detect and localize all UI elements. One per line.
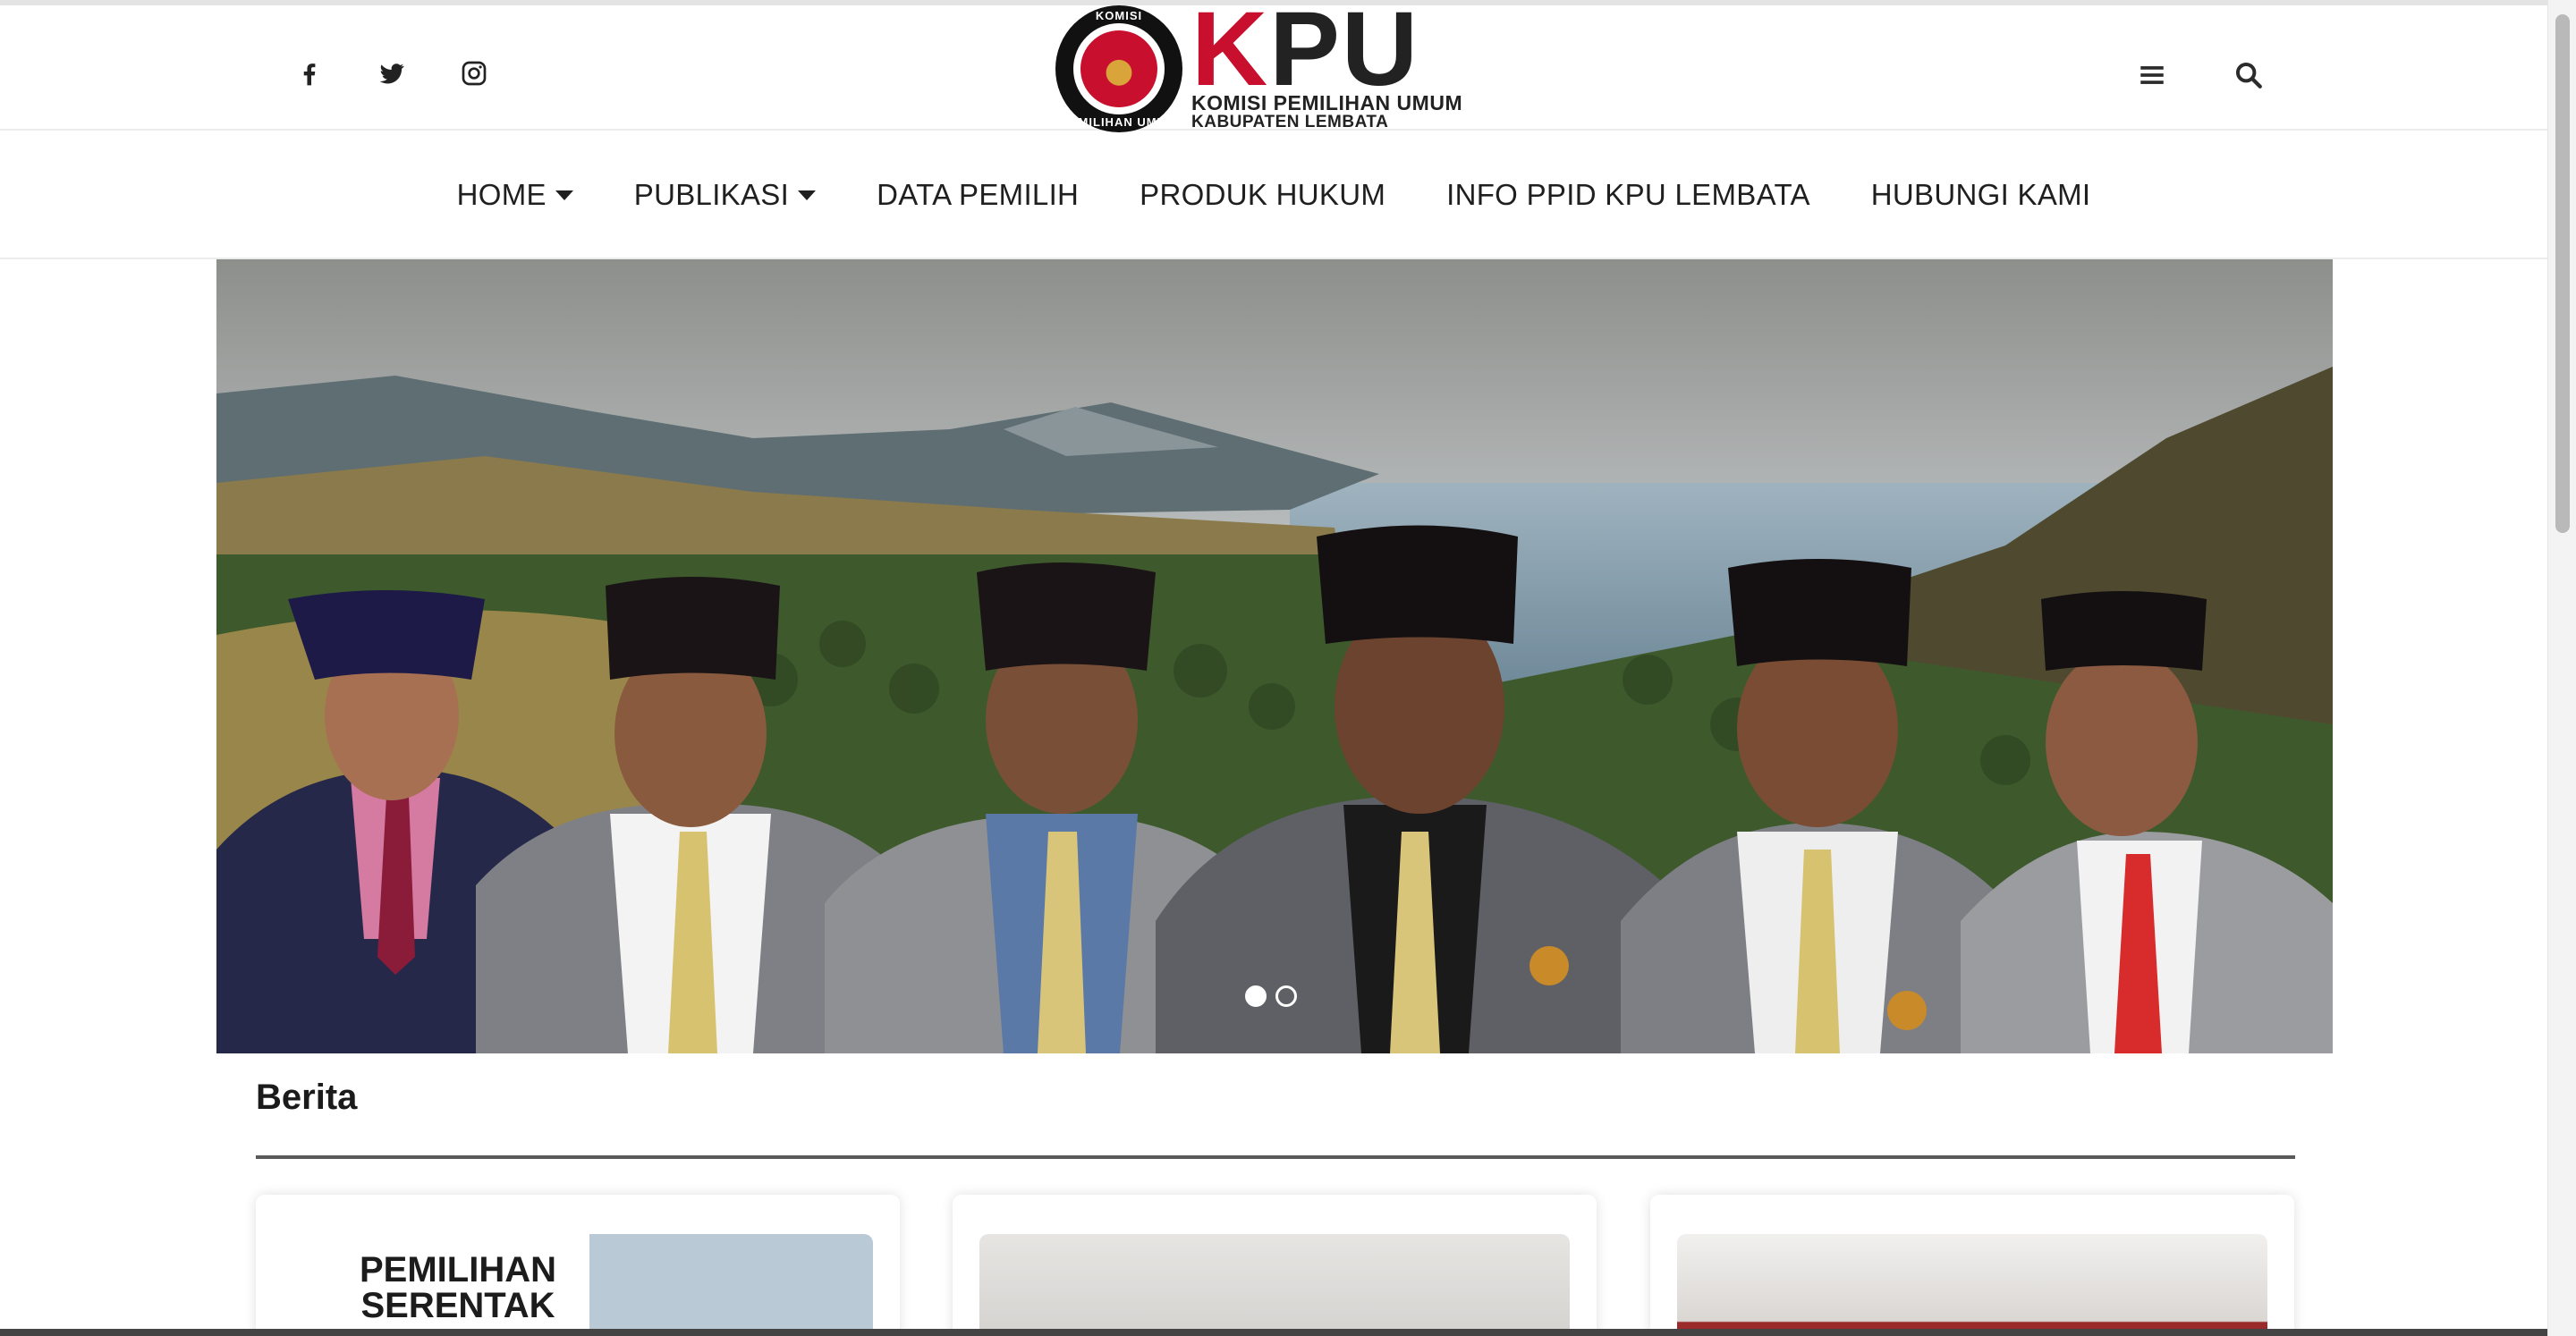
logo-region: KABUPATEN LEMBATA (1191, 113, 1389, 131)
thumbnail-caption: PEMILIHAN SERENTAK (360, 1250, 556, 1325)
slider-dot-2[interactable] (1275, 985, 1297, 1007)
news-card[interactable] (953, 1195, 1597, 1336)
nav-item-produk-hukum[interactable]: PRODUK HUKUM (1109, 178, 1416, 212)
page-scrollbar[interactable] (2547, 0, 2576, 1336)
nav-item-hubungi-kami[interactable]: HUBUNGI KAMI (1841, 178, 2122, 212)
nav-item-data-pemilih[interactable]: DATA PEMILIH (846, 178, 1109, 212)
nav-item-publikasi[interactable]: PUBLIKASI (604, 178, 846, 212)
nav-label: DATA PEMILIH (877, 178, 1080, 211)
twitter-icon[interactable] (351, 50, 433, 97)
news-card[interactable]: PEMILIHAN SERENTAK (256, 1195, 900, 1336)
menu-icon[interactable] (2122, 54, 2182, 97)
caret-down-icon (555, 190, 573, 200)
caret-down-icon (798, 190, 817, 200)
nav-item-info-ppid[interactable]: INFO PPID KPU LEMBATA (1416, 178, 1841, 212)
nav-label: HOME (456, 178, 547, 211)
header-actions (2122, 54, 2315, 97)
slider-dot-1[interactable] (1245, 985, 1267, 1007)
scrollbar-thumb[interactable] (2555, 14, 2570, 533)
nav-label: PRODUK HUKUM (1140, 178, 1386, 211)
logo-subtitle: KOMISI PEMILIHAN UMUM (1191, 91, 1463, 114)
section-divider (256, 1155, 2295, 1159)
hero-slider[interactable] (216, 259, 2333, 1053)
nav-label: HUBUNGI KAMI (1870, 178, 2091, 211)
emblem-ring-bottom: PEMILIHAN UMUM (1061, 115, 1177, 129)
emblem-ring-top: KOMISI (1095, 9, 1143, 22)
kpu-logo[interactable]: KOMISI PEMILIHAN UMUM KPU KOMISI PEMILIH… (1055, 0, 1494, 132)
nav-label: INFO PPID KPU LEMBATA (1446, 178, 1810, 211)
site-header: KOMISI PEMILIHAN UMUM KPU KOMISI PEMILIH… (0, 0, 2547, 132)
news-card-thumbnail[interactable] (1677, 1234, 2267, 1336)
kpu-emblem: KOMISI PEMILIHAN UMUM (1055, 5, 1182, 132)
main-nav: HOME PUBLIKASI DATA PEMILIH PRODUK HUKUM… (0, 132, 2547, 259)
instagram-icon[interactable] (433, 50, 515, 97)
nav-label: PUBLIKASI (633, 178, 790, 211)
viewport-bottom-edge (0, 1329, 2547, 1336)
facebook-icon[interactable] (268, 50, 351, 97)
social-links (268, 50, 515, 97)
hero-image (216, 259, 2333, 1053)
news-card-thumbnail[interactable]: PEMILIHAN SERENTAK (283, 1234, 873, 1336)
section-title: Berita (256, 1078, 358, 1117)
news-card[interactable] (1650, 1195, 2294, 1336)
news-card-thumbnail[interactable] (979, 1234, 1570, 1336)
slider-dots (1245, 985, 1297, 1007)
logo-wordmark: KPU KOMISI PEMILIHAN UMUM KABUPATEN LEMB… (1191, 0, 1463, 131)
search-icon[interactable] (2218, 54, 2279, 97)
nav-item-home[interactable]: HOME (427, 178, 604, 212)
